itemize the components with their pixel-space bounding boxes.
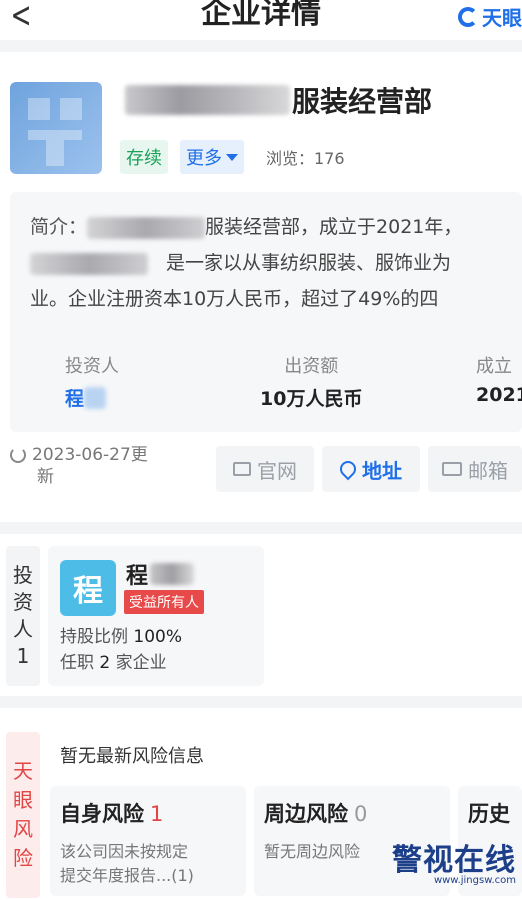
more-tags-label: 更多 [186,148,222,169]
refresh-icon [10,447,26,463]
website-label: 官网 [257,458,297,483]
side-char: 风 [13,817,33,841]
risk-count: 0 [354,802,368,826]
side-char: 1 [16,644,30,668]
risk-title: 自身风险 1 [60,798,163,828]
stat-value: 10万人民币 [260,388,363,410]
risk-title-text: 自身风险 [60,802,144,826]
positions-prefix: 任职 [60,653,94,673]
positions-suffix: 家企业 [115,653,167,673]
redacted-text [87,216,206,239]
risk-section: 天 眼 风 险 暂无最新风险信息 自身风险 1 该公司因未按规定 提交年度报告..… [0,708,522,900]
update-suffix: 新 [37,467,54,487]
intro-line-3: 业。企业注册资本10万人民币，超过了49%的四 [30,288,439,310]
share-label: 持股比例 [60,627,128,647]
company-name-suffix: 服装经营部 [292,85,433,118]
stat-key: 成立 [476,356,512,377]
redacted-text [84,386,107,409]
brand-c-icon [458,6,478,27]
risk-title-text: 历史 [468,802,510,826]
avatar: 程 [60,560,116,616]
stat-investor[interactable]: 投资人 程 [65,352,119,411]
location-pin-icon [336,457,360,481]
view-count: 浏览：176 [266,149,345,168]
risk-desc: 暂无周边风险 [264,840,360,864]
investor-section: 投 资 人 1 程 程 受益所有人 持股比例 100% 任职 2 家企业 [0,534,522,696]
watermark: 警视在线 www.jingsw.com [392,835,516,886]
caret-down-icon [226,153,238,161]
intro-line-1-text: 服装经营部，成立于2021年， [205,216,463,238]
side-char: 天 [13,759,33,783]
email-button[interactable]: 邮箱 [428,446,522,492]
risk-title: 周边风险 0 [264,798,367,828]
more-tags-button[interactable]: 更多 [180,140,244,174]
address-button[interactable]: 地址 [322,446,420,492]
stat-capital: 出资额 10万人民币 [260,352,362,411]
redacted-text [30,252,148,275]
investor-name: 程 [126,558,195,590]
no-risk-message: 暂无最新风险信息 [60,746,204,767]
stat-key: 投资人 [65,356,119,377]
brand-logo[interactable]: 天眼 [458,2,522,31]
watermark-text: 警视在线 [392,843,516,878]
company-logo [10,82,102,174]
beneficial-owner-badge: 受益所有人 [124,590,204,614]
stat-investor-value: 程 [65,384,119,411]
update-info[interactable]: 2023-06-27更 新 [10,444,148,488]
risk-title-text: 周边风险 [264,802,348,826]
side-char: 险 [13,846,33,870]
side-char: 投 [13,563,33,587]
investor-surname: 程 [126,564,149,589]
risk-section-label[interactable]: 天 眼 风 险 [6,732,40,898]
stat-value: 2021 [476,384,522,406]
update-date: 2023-06-27更 [32,445,148,465]
monitor-icon [233,462,251,476]
redacted-text [150,563,195,585]
risk-count: 1 [150,802,164,826]
mail-icon [442,462,462,476]
investor-card[interactable]: 程 程 受益所有人 持股比例 100% 任职 2 家企业 [48,546,264,686]
investor-section-label[interactable]: 投 资 人 1 [6,546,40,686]
status-badge: 存续 [120,140,168,174]
risk-desc-line: 暂无周边风险 [264,842,361,861]
risk-desc-line: 该公司因未按规定 [60,842,189,861]
risk-desc: 该公司因未按规定 提交年度报告...(1) [60,840,194,888]
positions: 任职 2 家企业 [60,648,167,673]
top-nav-bar: < 企业详情 天眼 [0,0,522,40]
company-overview-card: 服装经营部 存续 更多 浏览：176 简介： 服装经营部，成立于2021年， 是一… [0,52,522,522]
risk-title: 历史 [468,798,510,828]
intro-line-2: 是一家以从事纺织服装、服饰业为 [30,248,451,275]
self-risk-card[interactable]: 自身风险 1 该公司因未按规定 提交年度报告...(1) [50,786,246,896]
stat-established: 成立 2021 [476,352,522,406]
side-char: 眼 [13,788,33,812]
key-stats: 投资人 程 出资额 10万人民币 成立 2021 [10,352,522,432]
address-label: 地址 [362,458,402,483]
company-tags: 存续 更多 浏览：176 [120,140,345,174]
website-button[interactable]: 官网 [216,446,314,492]
intro-label: 简介： [30,216,88,238]
investor-surname: 程 [65,388,85,410]
positions-count: 2 [99,653,111,673]
redacted-name [125,85,290,115]
share-value: 100% [133,627,183,647]
risk-desc-line: 提交年度报告...(1) [60,866,194,885]
brand-text: 天眼 [482,6,522,30]
action-row: 2023-06-27更 新 官网 地址 邮箱 [0,444,522,496]
company-name: 服装经营部 [125,80,432,120]
share-ratio: 持股比例 100% [60,622,182,647]
page-title: 企业详情 [201,0,321,31]
intro-line-1: 简介： 服装经营部，成立于2021年， [30,212,462,239]
intro-line-2-text: 是一家以从事纺织服装、服饰业为 [166,252,452,274]
stat-key: 出资额 [284,356,339,377]
side-char: 资 [13,590,33,614]
email-label: 邮箱 [468,458,508,483]
side-char: 人 [13,617,33,641]
